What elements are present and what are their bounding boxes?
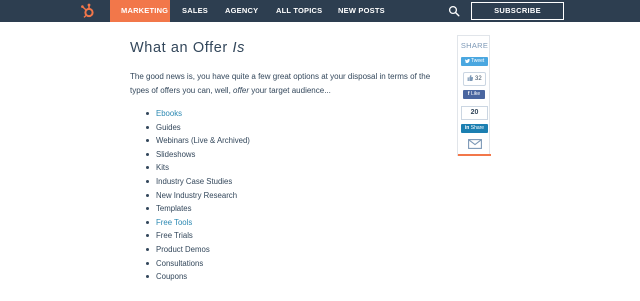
bullet-icon <box>146 275 149 279</box>
bullet-icon <box>146 220 149 224</box>
thumbs-up-icon <box>467 74 474 81</box>
list-item[interactable]: Free Tools <box>145 216 250 230</box>
twitter-bird-icon <box>464 58 470 63</box>
offer-label: Consultations <box>156 258 204 268</box>
nav-sales[interactable]: SALES <box>182 0 208 22</box>
plus-one-counter[interactable]: 32 <box>463 72 486 86</box>
nav-agency[interactable]: AGENCY <box>225 0 258 22</box>
linkedin-share-button[interactable]: in Share <box>461 124 488 133</box>
bullet-icon <box>146 139 149 143</box>
offer-label: New Industry Research <box>156 190 238 200</box>
offer-types-list: Ebooks Guides Webinars (Live & Archived)… <box>145 107 250 284</box>
list-item: Guides <box>145 121 250 135</box>
list-item: Free Trials <box>145 229 250 243</box>
list-item: Coupons <box>145 270 250 284</box>
offer-label: Webinars (Live & Archived) <box>156 136 250 146</box>
subscribe-button[interactable]: SUBSCRIBE <box>471 2 564 20</box>
heading-emphasis: Is <box>232 40 245 56</box>
share-accent-bar <box>458 154 491 156</box>
bullet-icon <box>146 261 149 265</box>
article-body: What an Offer Is The good news is, you h… <box>130 36 450 98</box>
offer-label: Industry Case Studies <box>156 176 233 186</box>
search-icon[interactable] <box>448 5 460 17</box>
hubspot-sprocket-icon[interactable] <box>80 3 96 19</box>
linkedin-share-count: 20 <box>461 106 488 120</box>
offer-label: Coupons <box>156 272 188 282</box>
offer-label: Slideshows <box>156 149 196 159</box>
list-item: Slideshows <box>145 148 250 162</box>
facebook-like-label: Like <box>470 91 481 97</box>
nav-marketing[interactable]: MARKETING <box>110 0 170 22</box>
heading-text: What an Offer <box>130 40 233 56</box>
bullet-icon <box>146 125 149 129</box>
offer-label: Product Demos <box>156 244 210 254</box>
section-heading: What an Offer Is <box>130 40 450 56</box>
intro-paragraph: The good news is, you have quite a few g… <box>130 70 445 98</box>
bullet-icon <box>146 207 149 211</box>
offer-link-ebooks[interactable]: Ebooks <box>156 109 182 118</box>
facebook-like-button[interactable]: f Like <box>463 90 485 99</box>
offer-label: Templates <box>156 204 192 214</box>
linkedin-icon: in <box>464 125 470 131</box>
tweet-label: Tweet <box>470 58 485 64</box>
list-item: New Industry Research <box>145 189 250 203</box>
tweet-button[interactable]: Tweet <box>461 57 488 66</box>
list-item: Industry Case Studies <box>145 175 250 189</box>
nav-all-topics[interactable]: ALL TOPICS <box>276 0 322 22</box>
bullet-icon <box>146 247 149 251</box>
list-item: Webinars (Live & Archived) <box>145 134 250 148</box>
share-label: SHARE <box>460 41 489 50</box>
bullet-icon <box>146 234 149 238</box>
list-item: Consultations <box>145 257 250 271</box>
bullet-icon <box>146 193 149 197</box>
plus-one-count: 32 <box>474 76 482 82</box>
list-item[interactable]: Ebooks <box>145 107 250 121</box>
linkedin-share-label: Share <box>470 125 485 131</box>
intro-emphasis: offer <box>233 86 250 95</box>
offer-label: Kits <box>156 163 169 173</box>
envelope-icon[interactable] <box>468 139 482 149</box>
offer-link-free-tools[interactable]: Free Tools <box>156 218 192 227</box>
intro-text-2: your target audience... <box>249 86 331 95</box>
next-heading-clipped <box>130 295 380 301</box>
nav-new-posts[interactable]: NEW POSTS <box>338 0 385 22</box>
offer-label: Free Trials <box>156 231 193 241</box>
bullet-icon <box>146 152 149 156</box>
list-item: Kits <box>145 161 250 175</box>
share-sidebar: SHARE Tweet 32 f Like 20 in Share <box>457 35 491 156</box>
list-item: Templates <box>145 202 250 216</box>
list-item: Product Demos <box>145 243 250 257</box>
offer-label: Guides <box>156 122 181 132</box>
bullet-icon <box>146 166 149 170</box>
facebook-icon: f <box>467 91 470 97</box>
top-nav-bar: MARKETING SALES AGENCY ALL TOPICS NEW PO… <box>0 0 640 22</box>
bullet-icon <box>146 112 149 115</box>
bullet-icon <box>146 179 149 183</box>
